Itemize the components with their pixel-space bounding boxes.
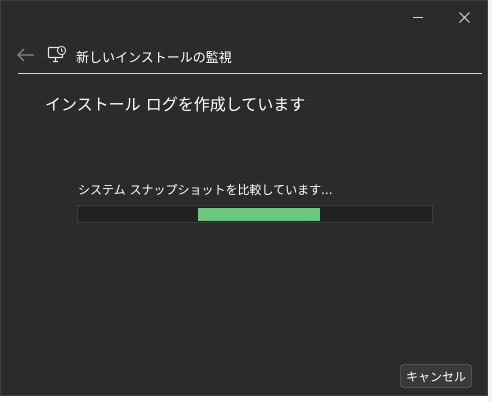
minimize-button[interactable] [395,1,441,33]
progress-status-text: システム スナップショットを比較しています... [78,183,333,197]
cancel-button[interactable]: キャンセル [400,364,472,388]
navigation-header: 新しいインストールの監視 [1,35,487,75]
close-button[interactable] [441,1,487,33]
page-title: 新しいインストールの監視 [76,51,232,66]
background-edge [488,0,492,402]
progress-bar [77,205,433,223]
progress-bar-fill [198,208,320,221]
monitor-clock-icon [47,45,67,63]
dialog-window: 新しいインストールの監視 インストール ログを作成しています システム スナップ… [0,0,488,396]
title-bar [1,1,487,33]
minimize-icon [413,16,423,18]
section-heading: インストール ログを作成しています [45,95,306,114]
app-icon [45,43,69,67]
back-button[interactable] [11,41,41,69]
header-divider [18,73,482,74]
arrow-left-icon [17,48,34,62]
close-icon [458,11,470,23]
